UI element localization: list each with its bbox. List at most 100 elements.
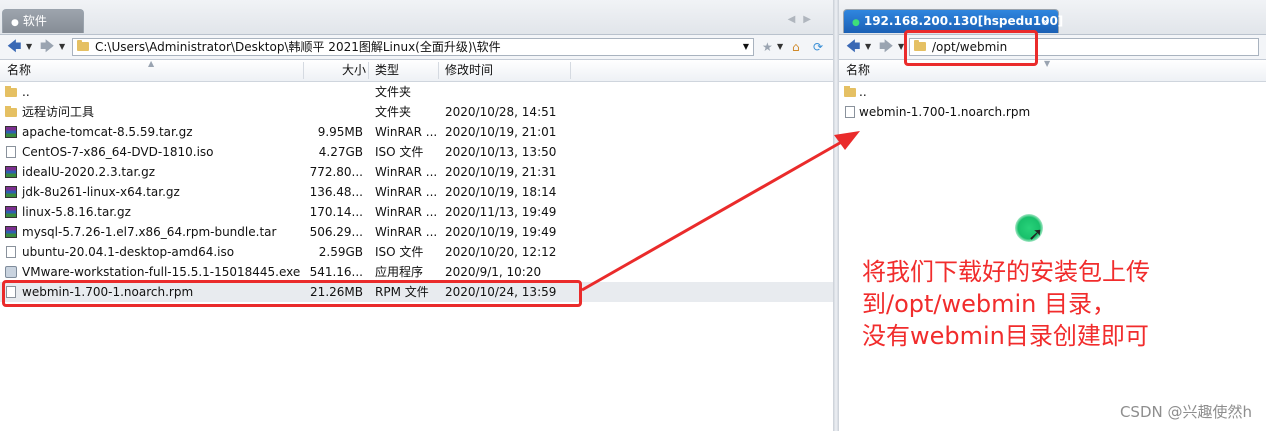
back-dropdown-icon[interactable]: ▼: [865, 41, 871, 53]
file-row[interactable]: webmin-1.700-1.noarch.rpm: [839, 102, 1266, 122]
cell-size: 541.16...: [309, 265, 363, 279]
file-row[interactable]: idealU-2020.2.3.tar.gz 772.80... WinRAR ..…: [0, 162, 833, 182]
column-size[interactable]: 大小: [342, 60, 366, 81]
tab-label: 软件: [22, 14, 47, 28]
cell-size: 170.14...: [309, 205, 363, 219]
cell-modified: 2020/10/28, 14:51: [445, 105, 557, 119]
cell-name: apache-tomcat-8.5.59.tar.gz: [22, 125, 193, 139]
folder-icon: [77, 40, 89, 51]
column-modified[interactable]: 修改时间: [445, 60, 493, 81]
rar-archive-icon: [5, 186, 17, 198]
local-tab-bar: ● 软件 ◀▶: [0, 0, 833, 35]
rar-archive-icon: [5, 166, 17, 178]
file-row[interactable]: mysql-5.7.26-1.el7.x86_64.rpm-bundle.tar…: [0, 222, 833, 242]
file-row[interactable]: .. 文件夹: [0, 82, 833, 102]
file-row[interactable]: linux-5.8.16.tar.gz 170.14... WinRAR ... 20…: [0, 202, 833, 222]
cell-type: WinRAR ...: [375, 165, 438, 179]
cell-modified: 2020/10/20, 12:12: [445, 245, 557, 259]
cell-type: ISO 文件: [375, 145, 424, 159]
mouse-pointer-icon: ➚: [1028, 224, 1044, 245]
tab-software[interactable]: ● 软件: [2, 9, 84, 33]
sort-indicator-icon: ▼: [1044, 59, 1051, 68]
cell-name: ..: [22, 85, 30, 99]
column-name[interactable]: 名称: [7, 60, 31, 81]
remote-column-headers: 名称 ▼: [839, 59, 1266, 82]
local-column-headers: 名称 ▲ 大小 类型 修改时间: [0, 59, 833, 82]
file-row[interactable]: VMware-workstation-full-15.5.1-15018445.…: [0, 262, 833, 282]
home-icon[interactable]: ⌂: [792, 40, 800, 54]
cell-modified: 2020/10/13, 13:50: [445, 145, 557, 159]
rar-archive-icon: [5, 226, 17, 238]
refresh-icon[interactable]: ⟳: [813, 40, 823, 54]
cell-type: WinRAR ...: [375, 185, 438, 199]
forward-dropdown-icon[interactable]: ▼: [59, 41, 65, 53]
annotation-line-2: 到/opt/webmin 目录，: [862, 290, 1117, 318]
selected-file-highlight: [2, 280, 582, 307]
cell-size: 9.95MB: [317, 125, 363, 139]
annotation-line-3: 没有webmin目录创建即可: [862, 322, 1149, 350]
cell-name: ..: [859, 85, 867, 99]
folder-icon: [844, 86, 856, 97]
file-row[interactable]: ubuntu-20.04.1-desktop-amd64.iso 2.59GB IS…: [0, 242, 833, 262]
cell-size: 4.27GB: [318, 145, 363, 159]
cell-type: WinRAR ...: [375, 205, 438, 219]
back-icon[interactable]: 🡄: [846, 39, 860, 55]
cell-size: 136.48...: [309, 185, 363, 199]
connection-status-icon: ●: [852, 18, 860, 28]
favorite-star-icon[interactable]: ★: [762, 40, 773, 54]
tab-close-icon[interactable]: ×: [1041, 10, 1050, 33]
cell-type: 应用程序: [375, 265, 424, 279]
annotation-text: 将我们下载好的安装包上传 到/opt/webmin 目录， 没有webmin目录…: [862, 256, 1182, 352]
forward-icon[interactable]: 🡆: [40, 39, 54, 55]
remote-file-list: .. webmin-1.700-1.noarch.rpm: [839, 82, 1266, 122]
back-icon[interactable]: 🡄: [7, 39, 21, 55]
watermark: CSDN @兴趣使然h: [1119, 403, 1252, 421]
file-row[interactable]: ..: [839, 82, 1266, 102]
favorite-dropdown-icon[interactable]: ▼: [777, 41, 783, 53]
local-file-list: .. 文件夹 远程访问工具 文件夹 2020/10/28, 14:51 apache-to…: [0, 82, 833, 302]
local-file-pane: ● 软件 ◀▶ 🡄 ▼ 🡆 ▼ C:\Users\Administrator\De…: [0, 0, 833, 431]
file-row[interactable]: apache-tomcat-8.5.59.tar.gz 9.95MB WinRAR …: [0, 122, 833, 142]
cell-name: mysql-5.7.26-1.el7.x86_64.rpm-bundle.tar: [22, 225, 277, 239]
column-type[interactable]: 类型: [375, 60, 399, 81]
cell-modified: 2020/9/1, 10:20: [445, 265, 542, 279]
file-icon: [6, 146, 16, 158]
cell-modified: 2020/10/19, 21:01: [445, 125, 557, 139]
cell-type: ISO 文件: [375, 245, 424, 259]
column-name[interactable]: 名称: [846, 60, 870, 81]
folder-icon: [5, 86, 17, 97]
file-row[interactable]: jdk-8u261-linux-x64.tar.gz 136.48... WinRA…: [0, 182, 833, 202]
cell-modified: 2020/10/19, 19:49: [445, 225, 557, 239]
forward-icon[interactable]: 🡆: [879, 39, 893, 55]
exe-icon: [5, 266, 17, 278]
cell-type: 文件夹: [375, 105, 412, 119]
cell-name: ubuntu-20.04.1-desktop-amd64.iso: [22, 245, 235, 259]
cell-name: 远程访问工具: [22, 105, 95, 119]
cell-type: 文件夹: [375, 85, 412, 99]
path-dropdown-icon[interactable]: ▼: [743, 39, 749, 55]
local-address-bar: 🡄 ▼ 🡆 ▼ C:\Users\Administrator\Desktop\韩…: [0, 35, 833, 60]
cell-name: CentOS-7-x86_64-DVD-1810.iso: [22, 145, 214, 159]
remote-tab-bar: ● 192.168.200.130[hspedu100] ×: [839, 0, 1266, 35]
local-path-input[interactable]: C:\Users\Administrator\Desktop\韩顺平 2021图…: [72, 38, 754, 56]
remote-file-pane: ● 192.168.200.130[hspedu100] × 🡄 ▼ 🡆 ▼ /o…: [839, 0, 1266, 431]
tab-status-icon: ●: [11, 18, 19, 28]
local-path-text: C:\Users\Administrator\Desktop\韩顺平 2021图…: [95, 40, 501, 54]
cell-modified: 2020/10/19, 18:14: [445, 185, 557, 199]
cell-size: 506.29...: [309, 225, 363, 239]
cell-name: idealU-2020.2.3.tar.gz: [22, 165, 156, 179]
cell-name: jdk-8u261-linux-x64.tar.gz: [22, 185, 180, 199]
folder-icon: [5, 106, 17, 117]
cell-size: 2.59GB: [318, 245, 363, 259]
file-icon: [6, 246, 16, 258]
back-dropdown-icon[interactable]: ▼: [26, 41, 32, 53]
file-row[interactable]: 远程访问工具 文件夹 2020/10/28, 14:51: [0, 102, 833, 122]
cell-name: linux-5.8.16.tar.gz: [22, 205, 131, 219]
file-row[interactable]: CentOS-7-x86_64-DVD-1810.iso 4.27GB ISO 文件…: [0, 142, 833, 162]
cell-type: WinRAR ...: [375, 125, 438, 139]
tab-scroll-arrows[interactable]: ◀▶: [788, 14, 819, 25]
cell-modified: 2020/11/13, 19:49: [445, 205, 557, 219]
cell-modified: 2020/10/19, 21:31: [445, 165, 557, 179]
remote-path-highlight: [904, 30, 1038, 66]
cell-type: WinRAR ...: [375, 225, 438, 239]
